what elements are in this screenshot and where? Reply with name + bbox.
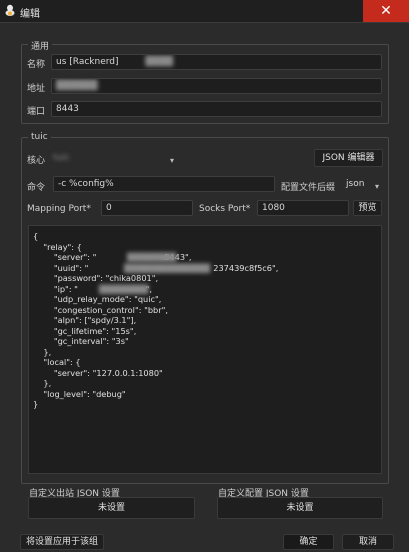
command-field[interactable]: -c %config% — [53, 176, 275, 192]
command-value: -c %config% — [58, 179, 114, 189]
config-json-text: { "relay": { "server": " :8443", "uuid":… — [33, 231, 279, 409]
command-label: 命令 — [27, 183, 46, 193]
config-json-editor[interactable]: { "relay": { "server": " :8443", "uuid":… — [28, 225, 382, 474]
name-value: us [Racknerd] — [56, 57, 119, 67]
socks-port-label: Socks Port* — [199, 204, 251, 214]
json-editor-button[interactable]: JSON 编辑器 — [314, 149, 383, 167]
address-label: 地址 — [27, 84, 46, 94]
core-value: tuic — [53, 153, 70, 163]
config-suffix-select[interactable]: json ▾ — [343, 176, 381, 192]
port-label: 端口 — [27, 107, 46, 117]
socks-port-field[interactable]: 1080 — [257, 200, 349, 216]
window-title: 编辑 — [20, 9, 40, 20]
custom-config-button[interactable]: 未设置 — [217, 497, 383, 519]
config-suffix-value: json — [346, 179, 365, 189]
core-label: 核心 — [27, 156, 46, 166]
core-select[interactable]: tuic ▾ — [53, 150, 176, 166]
general-group-label: 通用 — [28, 39, 53, 52]
title-bar: 编辑 ✕ — [0, 0, 409, 23]
chevron-down-icon: ▾ — [374, 182, 379, 191]
custom-outbound-button[interactable]: 未设置 — [28, 497, 195, 519]
apply-to-group-button[interactable]: 将设置应用于该组 — [20, 534, 104, 550]
tuic-group-label: tuic — [28, 132, 51, 142]
config-suffix-label: 配置文件后缀 — [281, 183, 336, 193]
port-field[interactable]: 8443 — [51, 101, 382, 117]
ok-button[interactable]: 确定 — [283, 534, 334, 550]
mapping-port-value: 0 — [106, 203, 112, 213]
cancel-button[interactable]: 取消 — [342, 534, 394, 550]
name-field[interactable]: us [Racknerd] ████ — [51, 54, 382, 70]
chevron-down-icon: ▾ — [169, 156, 174, 165]
name-label: 名称 — [27, 60, 46, 70]
close-icon[interactable]: ✕ — [363, 0, 409, 22]
preview-button[interactable]: 预览 — [353, 200, 382, 216]
app-icon — [5, 4, 15, 16]
mapping-port-field[interactable]: 0 — [101, 200, 193, 216]
address-field[interactable]: ██████ — [51, 78, 382, 94]
mapping-port-label: Mapping Port* — [27, 204, 91, 214]
socks-port-value: 1080 — [262, 203, 285, 213]
port-value: 8443 — [56, 104, 79, 114]
